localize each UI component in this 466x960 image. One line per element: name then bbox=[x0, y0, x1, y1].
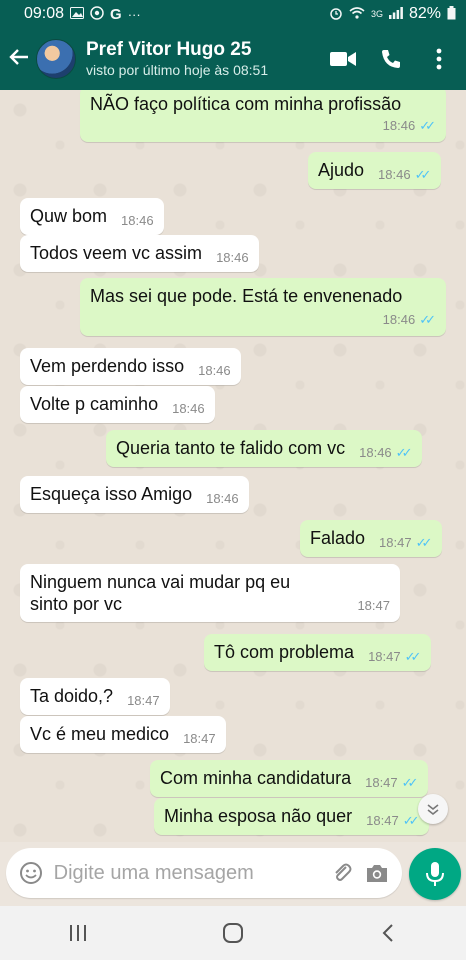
message-time: 18:47 bbox=[368, 649, 401, 664]
message-incoming[interactable]: Vc é meu medico 18:47 bbox=[20, 716, 226, 753]
message-incoming[interactable]: Vem perdendo isso 18:46 bbox=[20, 348, 241, 385]
message-incoming[interactable]: Ta doido,? 18:47 bbox=[20, 678, 170, 715]
message-text: Ajudo bbox=[318, 160, 365, 180]
read-ticks-icon: ✓✓ bbox=[404, 649, 422, 664]
message-outgoing[interactable]: Tô com problema 18:47 ✓✓ bbox=[204, 634, 432, 671]
battery-percent: 82% bbox=[408, 5, 441, 22]
battery-icon bbox=[447, 5, 456, 23]
message-incoming[interactable]: Quw bom 18:46 bbox=[20, 198, 164, 235]
back-arrow-icon[interactable] bbox=[2, 45, 36, 73]
message-text: Esqueça isso Amigo bbox=[30, 484, 193, 504]
message-text: Vem perdendo isso bbox=[30, 356, 185, 376]
back-icon[interactable] bbox=[368, 913, 408, 953]
scroll-down-icon[interactable] bbox=[418, 794, 448, 824]
recent-apps-icon[interactable] bbox=[58, 913, 98, 953]
read-ticks-icon: ✓✓ bbox=[401, 775, 419, 790]
read-ticks-icon: ✓✓ bbox=[414, 167, 432, 182]
video-call-icon[interactable] bbox=[330, 46, 356, 72]
voice-call-icon[interactable] bbox=[378, 46, 404, 72]
message-time: 18:47 bbox=[127, 693, 160, 708]
message-text: Ninguem nunca vai mudar pq eu sinto por … bbox=[30, 572, 291, 614]
more-icon: ··· bbox=[127, 6, 141, 22]
message-text: Mas sei que pode. Está te envenenado bbox=[90, 286, 403, 306]
message-text: Com minha candidatura bbox=[160, 768, 352, 788]
wifi-icon bbox=[349, 6, 365, 22]
message-time: 18:46 bbox=[198, 363, 231, 378]
contact-info[interactable]: Pref Vitor Hugo 25 visto por último hoje… bbox=[86, 39, 330, 79]
message-composer bbox=[6, 848, 402, 898]
last-seen-status: visto por último hoje às 08:51 bbox=[86, 62, 269, 78]
message-time: 18:46 bbox=[359, 445, 392, 460]
signal-icon bbox=[388, 6, 403, 22]
message-input[interactable] bbox=[53, 861, 319, 885]
message-outgoing[interactable]: Mas sei que pode. Está te envenenado 18:… bbox=[80, 278, 446, 336]
contact-name: Pref Vitor Hugo 25 bbox=[86, 39, 252, 60]
message-outgoing[interactable]: NÃO faço política com minha profissão 18… bbox=[80, 90, 446, 142]
system-navigation-bar bbox=[0, 906, 466, 960]
message-time: 18:46 bbox=[216, 250, 249, 265]
read-ticks-icon: ✓✓ bbox=[395, 445, 413, 460]
message-text: Ta doido,? bbox=[30, 686, 114, 706]
whatsapp-icon bbox=[90, 5, 104, 23]
message-time: 18:46 bbox=[121, 213, 154, 228]
message-time: 18:47 bbox=[365, 775, 398, 790]
message-time: 18:46 bbox=[382, 312, 416, 327]
message-incoming[interactable]: Ninguem nunca vai mudar pq eu sinto por … bbox=[20, 564, 400, 622]
menu-kebab-icon[interactable] bbox=[426, 46, 452, 72]
message-text: Todos veem vc assim bbox=[30, 243, 203, 263]
camera-icon[interactable] bbox=[364, 859, 390, 887]
microphone-button[interactable] bbox=[409, 848, 461, 900]
message-time: 18:46 bbox=[382, 118, 416, 133]
message-text: NÃO faço política com minha profissão bbox=[90, 94, 402, 114]
message-incoming[interactable]: Volte p caminho 18:46 bbox=[20, 386, 215, 423]
chat-header: Pref Vitor Hugo 25 visto por último hoje… bbox=[0, 28, 466, 90]
message-time: 18:47 bbox=[379, 535, 412, 550]
read-ticks-icon: ✓✓ bbox=[402, 813, 420, 828]
message-text: Minha esposa não quer bbox=[164, 806, 353, 826]
message-time: 18:47 bbox=[366, 813, 399, 828]
read-ticks-icon: ✓✓ bbox=[415, 535, 433, 550]
message-outgoing[interactable]: Ajudo 18:46 ✓✓ bbox=[308, 152, 442, 189]
read-ticks-icon: ✓✓ bbox=[419, 118, 436, 133]
alarm-icon bbox=[329, 6, 343, 23]
microphone-icon bbox=[426, 862, 444, 886]
network-type: 3G bbox=[370, 9, 383, 19]
message-text: Tô com problema bbox=[214, 642, 355, 662]
message-text: Volte p caminho bbox=[30, 394, 159, 414]
home-icon[interactable] bbox=[213, 913, 253, 953]
message-time: 18:47 bbox=[183, 731, 216, 746]
attach-icon[interactable] bbox=[329, 859, 355, 887]
message-text: Falado bbox=[310, 528, 366, 548]
emoji-icon[interactable] bbox=[18, 859, 44, 887]
message-incoming[interactable]: Todos veem vc assim 18:46 bbox=[20, 235, 259, 272]
message-outgoing[interactable]: Com minha candidatura 18:47 ✓✓ bbox=[150, 760, 429, 797]
message-time: 18:46 bbox=[172, 401, 205, 416]
contact-avatar[interactable] bbox=[36, 39, 76, 79]
message-incoming[interactable]: Esqueça isso Amigo 18:46 bbox=[20, 476, 249, 513]
message-time: 18:46 bbox=[206, 491, 239, 506]
message-text: Vc é meu medico bbox=[30, 724, 170, 744]
google-icon: G bbox=[110, 5, 122, 23]
gallery-icon bbox=[70, 6, 85, 22]
message-time: 18:47 bbox=[357, 598, 390, 613]
message-text: Queria tanto te falido com vc bbox=[116, 438, 346, 458]
message-outgoing[interactable]: Falado 18:47 ✓✓ bbox=[300, 520, 443, 557]
chat-area[interactable]: NÃO faço política com minha profissão 18… bbox=[0, 90, 466, 842]
read-ticks-icon: ✓✓ bbox=[419, 312, 436, 327]
status-bar: 09:08 G ··· 3G 82% bbox=[0, 0, 466, 28]
message-text: Quw bom bbox=[30, 206, 108, 226]
message-outgoing[interactable]: Minha esposa não quer 18:47 ✓✓ bbox=[154, 798, 430, 835]
message-time: 18:46 bbox=[378, 167, 411, 182]
message-outgoing[interactable]: Queria tanto te falido com vc 18:46 ✓✓ bbox=[106, 430, 423, 467]
status-time: 09:08 bbox=[24, 5, 65, 22]
